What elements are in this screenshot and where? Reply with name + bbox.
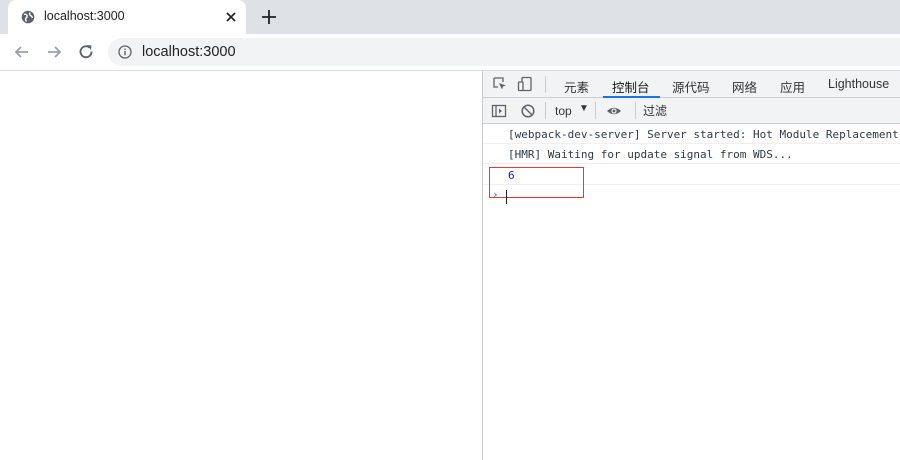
filter-input[interactable] <box>643 101 893 120</box>
toolbar-separator <box>545 76 546 93</box>
annotation-highlight-box <box>489 167 584 198</box>
console-message: [HMR] Waiting for update signal from WDS… <box>483 144 900 164</box>
tab-elements[interactable]: 元素 <box>564 77 589 96</box>
browser-toolbar: localhost:3000 <box>0 34 900 70</box>
toolbar-separator <box>595 102 596 119</box>
close-icon[interactable] <box>223 9 239 25</box>
devtools-tab-bar: 元素 控制台 源代码 网络 应用 Lighthouse <box>483 71 900 98</box>
globe-icon <box>21 10 35 24</box>
context-selector[interactable]: top <box>555 104 572 118</box>
eye-icon[interactable] <box>606 103 622 119</box>
devtools-panel: 元素 控制台 源代码 网络 应用 Lighthouse top ▼ [w <box>482 71 900 460</box>
toolbar-separator <box>545 102 546 119</box>
clear-console-icon[interactable] <box>520 103 536 119</box>
dropdown-arrow-icon[interactable]: ▼ <box>579 103 589 114</box>
console-message: [webpack-dev-server] Server started: Hot… <box>483 124 900 144</box>
address-url[interactable]: localhost:3000 <box>142 44 236 60</box>
tab-network[interactable]: 网络 <box>732 77 757 96</box>
console-input-caret[interactable] <box>506 190 507 204</box>
tab-title: localhost:3000 <box>44 9 125 23</box>
back-arrow-icon[interactable] <box>12 42 32 62</box>
info-icon[interactable] <box>118 45 132 59</box>
address-bar[interactable]: localhost:3000 <box>108 38 900 66</box>
tab-application[interactable]: 应用 <box>780 77 805 96</box>
reload-icon[interactable] <box>76 42 96 62</box>
plus-icon[interactable] <box>260 8 278 26</box>
tab-strip: localhost:3000 <box>0 0 900 34</box>
toolbar-separator <box>635 102 636 119</box>
device-toolbar-icon[interactable] <box>517 76 533 92</box>
tab-lighthouse[interactable]: Lighthouse <box>828 77 889 91</box>
console-prompt-icon: › <box>492 188 499 201</box>
browser-tab[interactable]: localhost:3000 <box>8 0 246 34</box>
forward-arrow-icon[interactable] <box>44 42 64 62</box>
console-output[interactable]: [webpack-dev-server] Server started: Hot… <box>483 124 900 460</box>
page-viewport[interactable] <box>0 71 482 460</box>
console-toolbar: top ▼ <box>483 98 900 124</box>
sidebar-toggle-icon[interactable] <box>491 103 507 119</box>
inspect-element-icon[interactable] <box>492 76 508 92</box>
tab-console[interactable]: 控制台 <box>612 77 650 96</box>
tab-sources[interactable]: 源代码 <box>672 77 710 96</box>
